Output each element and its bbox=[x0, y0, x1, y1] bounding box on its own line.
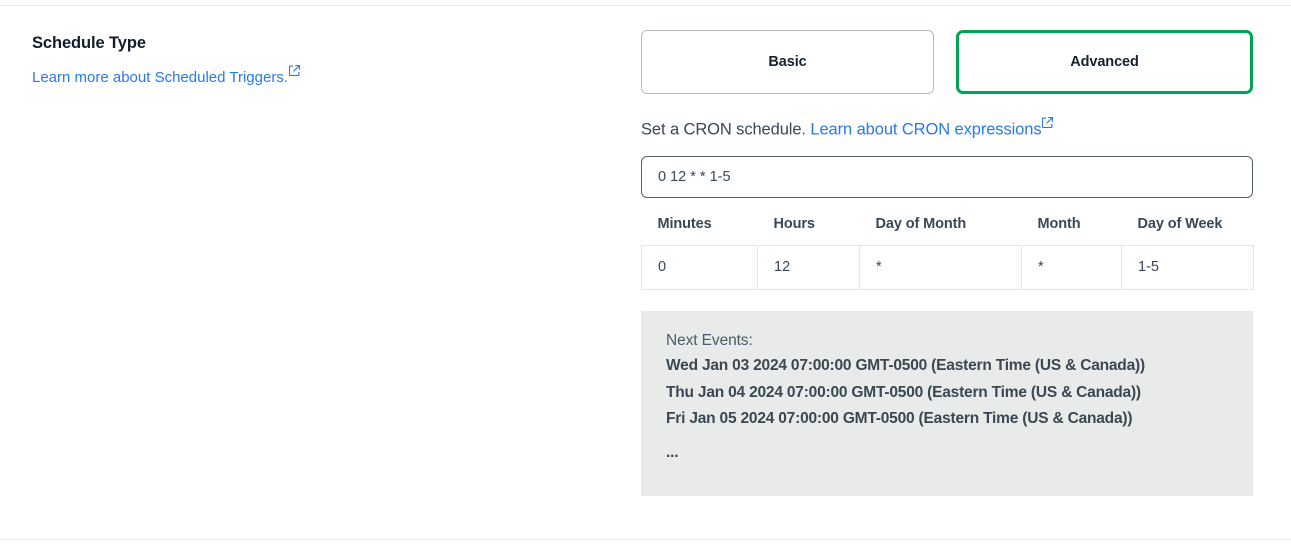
cron-description: Set a CRON schedule. Learn about CRON ex… bbox=[641, 117, 1253, 141]
cell-hours: 12 bbox=[758, 245, 860, 289]
schedule-type-info: Schedule Type Learn more about Scheduled… bbox=[32, 33, 592, 89]
learn-more-row: Learn more about Scheduled Triggers. bbox=[32, 65, 592, 88]
next-events-panel: Next Events: Wed Jan 03 2024 07:00:00 GM… bbox=[641, 311, 1253, 496]
next-events-ellipsis: ... bbox=[666, 445, 1253, 461]
column-header-month: Month bbox=[1022, 216, 1122, 246]
column-header-day-of-week: Day of Week bbox=[1122, 216, 1254, 246]
table-row: 0 12 * * 1-5 bbox=[642, 245, 1254, 289]
table-header-row: Minutes Hours Day of Month Month Day of … bbox=[642, 216, 1254, 246]
next-events-label: Next Events: bbox=[666, 329, 1253, 353]
cron-expression-input[interactable] bbox=[641, 156, 1253, 198]
learn-more-scheduled-triggers-link[interactable]: Learn more about Scheduled Triggers. bbox=[32, 69, 288, 86]
tab-basic[interactable]: Basic bbox=[641, 30, 934, 94]
list-item: Fri Jan 05 2024 07:00:00 GMT-0500 (Easte… bbox=[666, 406, 1253, 433]
external-link-icon bbox=[289, 65, 300, 76]
schedule-type-tabs: Basic Advanced bbox=[641, 30, 1253, 94]
external-link-icon bbox=[1042, 117, 1053, 128]
cell-month: * bbox=[1022, 245, 1122, 289]
tab-advanced[interactable]: Advanced bbox=[956, 30, 1253, 94]
cell-day-of-week: 1-5 bbox=[1122, 245, 1254, 289]
cron-fields-table: Minutes Hours Day of Month Month Day of … bbox=[641, 216, 1254, 290]
column-header-day-of-month: Day of Month bbox=[860, 216, 1022, 246]
page-title: Schedule Type bbox=[32, 33, 592, 54]
cron-description-text: Set a CRON schedule. bbox=[641, 121, 806, 139]
schedule-type-panel: Schedule Type Learn more about Scheduled… bbox=[0, 0, 1291, 549]
list-item: Thu Jan 04 2024 07:00:00 GMT-0500 (Easte… bbox=[666, 380, 1253, 407]
column-header-hours: Hours bbox=[758, 216, 860, 246]
learn-about-cron-expressions-link[interactable]: Learn about CRON expressions bbox=[810, 121, 1041, 139]
list-item: Wed Jan 03 2024 07:00:00 GMT-0500 (Easte… bbox=[666, 353, 1253, 380]
cell-day-of-month: * bbox=[860, 245, 1022, 289]
schedule-config-column: Basic Advanced Set a CRON schedule. Lear… bbox=[641, 30, 1253, 496]
cell-minutes: 0 bbox=[642, 245, 758, 289]
column-header-minutes: Minutes bbox=[642, 216, 758, 246]
top-divider bbox=[0, 5, 1291, 6]
bottom-divider bbox=[0, 539, 1291, 540]
